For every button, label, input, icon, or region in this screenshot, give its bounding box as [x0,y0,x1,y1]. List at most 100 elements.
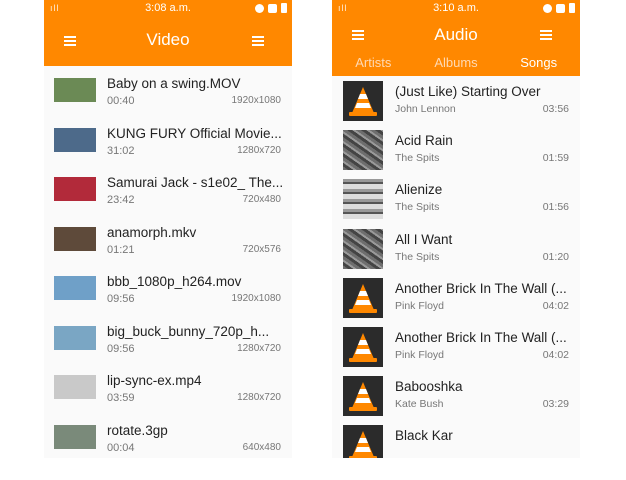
video-title: big_buck_bunny_720p_h... [107,323,270,339]
video-title: Samurai Jack - s1e02_ The... [107,175,284,190]
video-duration: 09:56 [107,342,135,355]
album-art [343,130,383,171]
video-thumbnail [54,276,96,300]
song-length: 01:20 [542,250,569,263]
song-title: Babooshka [395,379,463,395]
song-list: (Just Like) Starting Over John Lennon 03:5… [332,76,580,458]
vlc-cone-icon [343,326,383,367]
video-list: Baby on a swing.MOV 00:40 1920x1080 KUNG FU… [44,66,292,458]
video-resolution: 720x480 [242,194,281,205]
vlc-cone-icon [343,425,383,458]
video-title: bbb_1080p_h264.mov [107,274,242,289]
song-length: 03:56 [542,103,569,115]
video-resolution: 1920x1080 [231,293,282,304]
status-icons [255,3,287,13]
video-list-item[interactable]: Baby on a swing.MOV 00:40 1920x1080 [44,66,292,116]
video-duration: 01:21 [107,243,135,256]
video-title: anamorph.mkv [107,224,197,240]
tab-songs[interactable]: Songs [497,54,580,76]
video-screen: ıll 3:08 a.m. Video Baby on a swing.MOV 0… [44,0,292,458]
song-artist: Pink Floyd [395,299,445,312]
status-icons [543,3,575,13]
video-list-item[interactable]: anamorph.mkv 01:21 720x576 [44,215,292,265]
song-length: 01:56 [542,201,569,214]
song-list-item[interactable]: Alienize The Spits 01:56 [332,174,580,223]
song-length: 01:59 [542,152,569,165]
options-menu-icon[interactable] [540,30,552,40]
video-title: lip-sync-ex.mp4 [107,373,202,388]
video-duration: 23:42 [107,194,135,206]
status-bar: ıll 3:08 a.m. [44,0,292,16]
video-thumbnail [54,226,96,251]
vlc-cone-icon [343,376,383,417]
video-list-item[interactable]: lip-sync-ex.mp4 03:59 1280x720 [44,363,292,413]
app-toolbar: Video [44,16,292,66]
video-duration: 03:59 [107,392,135,404]
song-title: Another Brick In The Wall (... [395,280,567,296]
song-length: 04:02 [542,299,569,312]
song-artist: The Spits [395,152,440,165]
video-resolution: 640x480 [242,441,281,453]
song-list-item[interactable]: Acid Rain The Spits 01:59 [332,125,580,174]
video-list-item[interactable]: rotate.3gp 00:04 640x480 [44,413,292,459]
song-artist: The Spits [395,201,440,214]
album-art [343,228,383,269]
help-icon [543,3,552,13]
tab-albums[interactable]: Albums [415,54,498,76]
song-title: (Just Like) Starting Over [395,84,541,99]
status-bar: ıll 3:10 a.m. [332,0,580,16]
video-duration: 31:02 [107,144,135,157]
song-list-item[interactable]: Another Brick In The Wall (... Pink Floyd… [332,273,580,322]
battery-icon [281,3,287,13]
video-list-item[interactable]: Samurai Jack - s1e02_ The... 23:42 720x480 [44,165,292,215]
video-title: rotate.3gp [107,422,168,438]
video-title: KUNG FURY Official Movie... [107,125,282,141]
song-list-item[interactable]: Black Kar [332,420,580,458]
video-list-item[interactable]: bbb_1080p_h264.mov 09:56 1920x1080 [44,264,292,314]
song-list-item[interactable]: Another Brick In The Wall (... Pink Floyd… [332,322,580,371]
video-resolution: 1280x720 [237,392,281,403]
video-list-item[interactable]: KUNG FURY Official Movie... 31:02 1280x720 [44,116,292,166]
video-resolution: 1280x720 [237,144,281,156]
song-artist: Pink Floyd [395,348,445,361]
app-toolbar: Audio [332,16,580,54]
song-length: 03:29 [542,398,569,411]
song-title: Acid Rain [395,133,453,149]
song-list-item[interactable]: Babooshka Kate Bush 03:29 [332,371,580,420]
video-thumbnail [54,177,96,201]
tab-artists[interactable]: Artists [332,54,415,76]
data-icon [556,3,565,13]
song-list-item[interactable]: All I Want The Spits 01:20 [332,224,580,273]
song-title: All I Want [395,231,453,247]
video-thumbnail [54,127,96,152]
song-title: Black Kar [395,428,453,444]
video-thumbnail [54,424,96,449]
help-icon [255,3,264,13]
album-art [343,179,383,220]
video-list-item[interactable]: big_buck_bunny_720p_h... 09:56 1280x720 [44,314,292,364]
video-resolution: 1920x1080 [231,95,282,106]
audio-tabs: Artists Albums Songs [332,54,580,76]
options-menu-icon[interactable] [252,36,264,46]
song-artist: John Lennon [395,103,456,115]
video-thumbnail [54,325,96,350]
song-length: 04:02 [542,348,569,361]
song-artist: Kate Bush [395,398,444,411]
audio-screen: ıll 3:10 a.m. Audio Artists Albums Songs… [332,0,580,458]
song-title: Another Brick In The Wall (... [395,329,567,345]
video-resolution: 720x576 [242,243,281,255]
video-duration: 00:04 [107,441,135,454]
video-resolution: 1280x720 [237,342,281,354]
video-thumbnail [54,78,96,102]
battery-icon [569,3,575,13]
song-list-item[interactable]: (Just Like) Starting Over John Lennon 03:5… [332,76,580,125]
data-icon [268,3,277,13]
video-title: Baby on a swing.MOV [107,76,241,91]
song-artist: The Spits [395,250,440,263]
video-duration: 00:40 [107,95,135,107]
vlc-cone-icon [343,81,383,121]
video-thumbnail [54,375,96,399]
video-duration: 09:56 [107,293,135,305]
vlc-cone-icon [343,277,383,318]
song-title: Alienize [395,182,443,198]
